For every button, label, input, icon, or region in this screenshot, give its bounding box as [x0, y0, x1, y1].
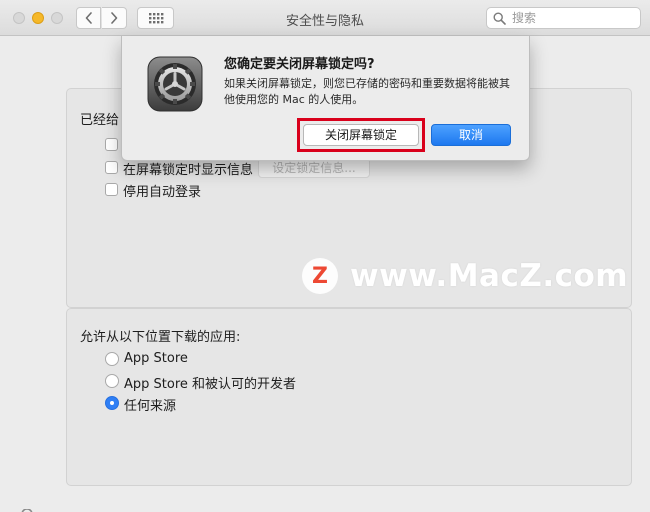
watermark: Z www.MacZ.com — [302, 258, 628, 294]
chevron-left-icon — [85, 12, 92, 24]
show-message-label: 在屏幕锁定时显示信息 — [123, 163, 254, 178]
radio-app-store-identified[interactable] — [105, 374, 119, 388]
require-password-checkbox[interactable] — [105, 138, 118, 151]
radio-label-app-store: App Store — [124, 351, 188, 366]
window-titlebar: 安全性与隐私 — [0, 0, 650, 36]
watermark-text: www.MacZ.com — [350, 258, 629, 294]
minimize-window-button[interactable] — [32, 12, 44, 24]
forward-button[interactable] — [102, 7, 127, 29]
grid-icon — [148, 13, 163, 24]
show-all-button[interactable] — [137, 7, 174, 29]
zoom-window-button[interactable] — [51, 12, 63, 24]
search-input[interactable] — [510, 10, 634, 26]
radio-label-app-store-identified: App Store 和被认可的开发者 — [124, 377, 297, 392]
dialog-title: 您确定要关闭屏幕锁定吗? — [224, 57, 375, 72]
disable-auto-login-checkbox[interactable] — [105, 183, 118, 196]
radio-label-anywhere: 任何来源 — [124, 399, 177, 414]
disable-auto-login-label: 停用自动登录 — [123, 185, 202, 200]
watermark-logo: Z — [302, 258, 338, 294]
system-preferences-gear-icon — [147, 56, 203, 112]
show-message-checkbox[interactable] — [105, 161, 118, 174]
cancel-button[interactable]: 取消 — [431, 124, 511, 146]
radio-anywhere[interactable] — [105, 396, 119, 410]
window-title: 安全性与隐私 — [285, 14, 364, 29]
disable-screen-lock-dialog: 您确定要关闭屏幕锁定吗? 如果关闭屏幕锁定，则您已存储的密码和重要数据将能被其他… — [121, 36, 530, 161]
radio-app-store[interactable] — [105, 352, 119, 366]
lock-button[interactable] — [18, 503, 48, 512]
search-icon — [493, 11, 506, 25]
set-lock-message-button[interactable]: 设定锁定信息... — [258, 158, 370, 178]
downloads-heading: 允许从以下位置下载的应用: — [80, 330, 241, 345]
back-button[interactable] — [76, 7, 101, 29]
highlight-annotation — [297, 118, 425, 152]
close-window-button[interactable] — [13, 12, 25, 24]
dialog-message: 如果关闭屏幕锁定，则您已存储的密码和重要数据将能被其他使用您的 Mac 的人使用… — [224, 77, 510, 106]
search-field[interactable] — [486, 7, 641, 29]
password-label: 已经给 — [80, 113, 120, 128]
chevron-right-icon — [111, 12, 118, 24]
